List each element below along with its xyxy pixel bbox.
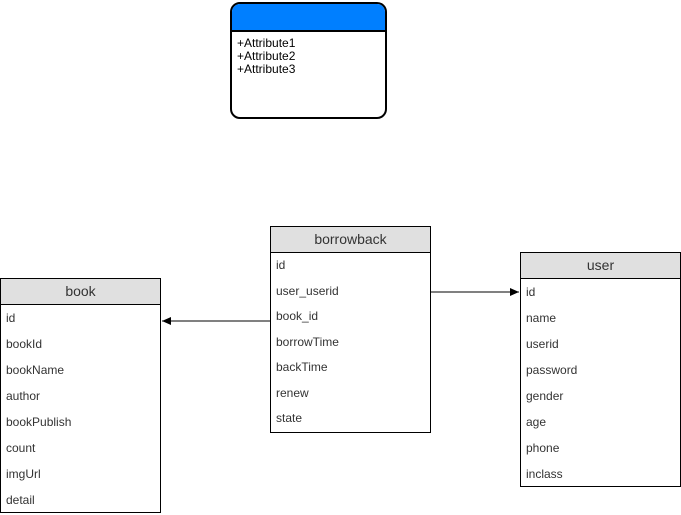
entity-title: borrowback [271,227,430,253]
entity-borrowback[interactable]: borrowback id user_userid book_id borrow… [270,226,431,433]
entity-field: password [526,363,578,377]
class-template-attributes: +Attribute1 +Attribute2 +Attribute3 [232,32,385,76]
entity-field: book_id [276,309,319,323]
entity-book[interactable]: book id bookId bookName author bookPubli… [0,278,161,513]
entity-field: inclass [526,467,563,481]
entity-field: gender [526,389,564,403]
entity-title: book [1,279,160,305]
class-template-header [232,4,385,32]
entity-user[interactable]: user id name userid password gender age … [520,252,681,487]
entity-field: phone [526,441,560,455]
entity-field: id [276,258,286,272]
entity-field: user_userid [276,283,339,298]
entity-field: userid [526,337,559,351]
entity-field: id [6,311,16,325]
entity-field: state [276,411,303,425]
entity-field: backTime [276,360,328,374]
entity-field: name [526,311,557,325]
class-template-box[interactable]: +Attribute1 +Attribute2 +Attribute3 [230,2,387,119]
entity-field: imgUrl [6,467,41,481]
entity-field: id [526,285,536,299]
entity-field: bookId [6,337,43,351]
entity-field: bookName [6,363,65,377]
entity-title: user [521,253,680,279]
template-attribute: +Attribute3 [237,62,296,76]
entity-field: detail [6,493,35,507]
entity-field: renew [276,385,309,400]
entity-field: age [526,415,547,429]
entity-field: borrowTime [276,334,339,349]
entity-field: bookPublish [6,415,72,429]
entity-field: count [6,441,36,455]
entity-field: author [6,389,41,403]
